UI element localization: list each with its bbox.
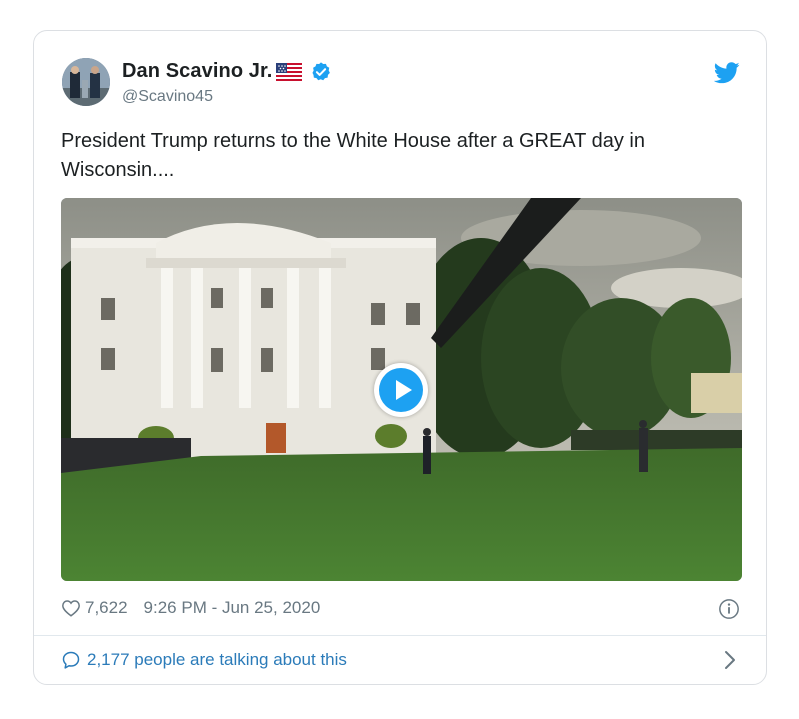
- speech-bubble-icon: [62, 651, 80, 669]
- chevron-right-icon[interactable]: [724, 650, 736, 670]
- play-button[interactable]: [374, 363, 428, 417]
- avatar[interactable]: [62, 58, 110, 106]
- heart-icon[interactable]: [61, 599, 81, 617]
- verified-badge-icon: [310, 61, 332, 83]
- divider: [34, 635, 766, 636]
- tweet-meta: 7,622 9:26 PM - Jun 25, 2020: [61, 597, 320, 619]
- conversation-link[interactable]: 2,177 people are talking about this: [61, 648, 347, 672]
- author-row: Dan Scavino Jr.: [122, 60, 332, 83]
- tweet-text: President Trump returns to the White Hou…: [61, 130, 645, 181]
- play-icon: [379, 368, 423, 412]
- author-name[interactable]: Dan Scavino Jr.: [122, 60, 272, 83]
- video-thumbnail[interactable]: [61, 198, 742, 581]
- author-handle[interactable]: @Scavino45: [122, 88, 213, 106]
- info-icon[interactable]: [718, 598, 740, 620]
- twitter-bird-icon[interactable]: [713, 62, 740, 84]
- tweet-card[interactable]: Dan Scavino Jr. @Scavino45 President Tru…: [33, 30, 767, 685]
- us-flag-icon: [276, 62, 303, 81]
- like-count[interactable]: 7,622: [85, 598, 128, 618]
- tweet-timestamp[interactable]: 9:26 PM - Jun 25, 2020: [144, 598, 321, 618]
- conversation-count: 2,177 people are talking about this: [87, 650, 347, 669]
